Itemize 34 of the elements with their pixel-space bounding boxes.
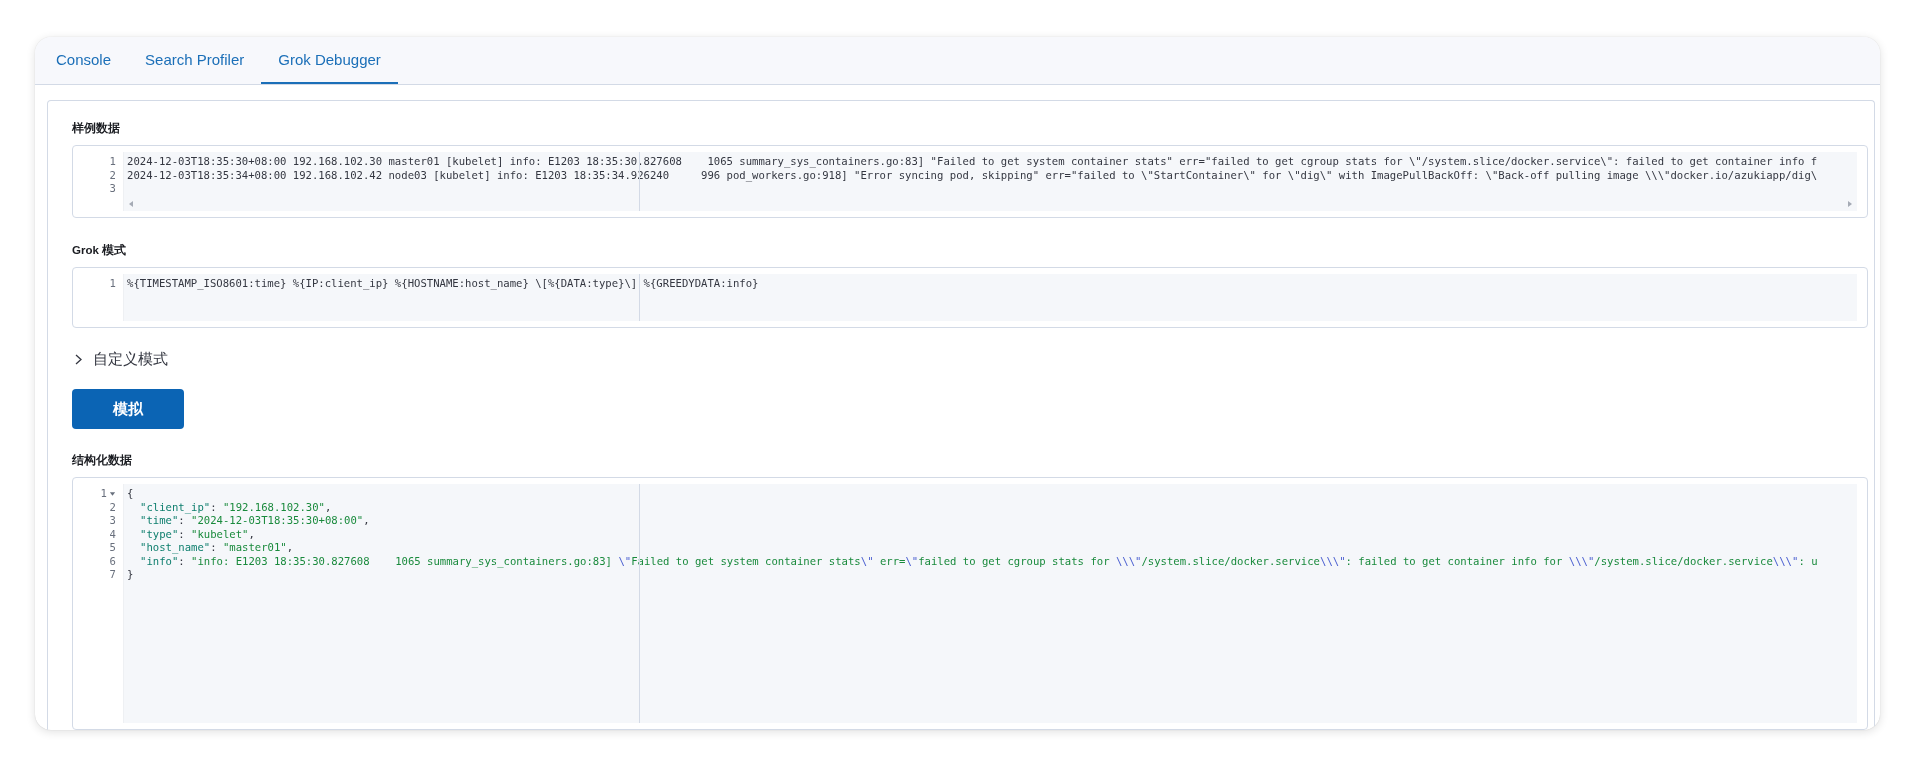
section-label: 结构化数据 (72, 453, 133, 468)
caret-down-icon[interactable] (109, 490, 116, 498)
code-line: 2024-12-03T18:35:30+08:00 192.168.102.30 master01 [kubelet] info: E1203 18:35:30.827608 1065 summary_sys_containers.go:83] "Failed to get system container stats" err="failed to get cgroup stats for \"/system.slice/docker.service\": failed to get container info f (126, 155, 1818, 169)
code-editor[interactable]: 1 %{TIMESTAMP_ISO8601:time} %{IP:client_ip} %{HOSTNAME:host_name} \[%{DATA:type}\] %{GREEDYDATA:info} (72, 267, 1868, 328)
line-number: 6 (109, 554, 116, 568)
line-number: 2 (109, 500, 116, 514)
tab[interactable]: Console (39, 37, 129, 84)
section-label: Grok 模式 (72, 243, 128, 258)
line-number: 7 (109, 568, 116, 582)
custom-patterns-toggle[interactable]: 自定义模式 (74, 350, 168, 369)
code-line: "type": "kubelet", (139, 527, 255, 541)
line-number: 3 (109, 182, 116, 196)
line-number: 1 (109, 155, 116, 169)
simulate-button[interactable]: 模拟 (72, 389, 184, 429)
code-line: } (126, 568, 134, 582)
code-line: 2024-12-03T18:35:34+08:00 192.168.102.42 node03 [kubelet] info: E1203 18:35:34.926240 996 pod_workers.go:918] "Error syncing pod, skipping" err="failed to \"StartContainer\" for \"dig\" with ImagePullBackOff: \"Back-off pulling image \\\"docker.io/azukiapp/dig\ (126, 168, 1818, 182)
line-number: 1 (100, 487, 107, 501)
code-line: "info": "info: E1203 18:35:30.827608 1065 summary_sys_containers.go:83] \"Failed to get system container stats\" err=\"failed to get cgroup stats for \\\"/system.slice/docker.service\\\": failed to get container info for \\\"/system.slice/docker.service\\\": u (139, 554, 1818, 568)
code-line: "time": "2024-12-03T18:35:30+08:00", (139, 514, 370, 528)
section-label: 样例数据 (72, 121, 121, 136)
tab[interactable]: Grok Debugger (261, 37, 398, 84)
code-line: %{TIMESTAMP_ISO8601:time} %{IP:client_ip} %{HOSTNAME:host_name} \[%{DATA:type}\] %{GREEDYDATA:info} (126, 277, 759, 291)
code-line: { (126, 487, 134, 501)
line-number: 1 (109, 277, 116, 291)
line-number: 5 (109, 541, 116, 555)
line-number: 2 (109, 168, 116, 182)
line-number: 4 (109, 527, 116, 541)
code-line: "host_name": "master01", (139, 541, 294, 555)
code-editor[interactable] (72, 145, 1868, 218)
code-line: "client_ip": "192.168.102.30", (139, 500, 332, 514)
scroll-right-icon[interactable] (1847, 200, 1853, 208)
tab[interactable]: Search Profiler (128, 37, 262, 84)
line-number: 3 (109, 514, 116, 528)
scroll-left-icon[interactable] (128, 200, 134, 208)
